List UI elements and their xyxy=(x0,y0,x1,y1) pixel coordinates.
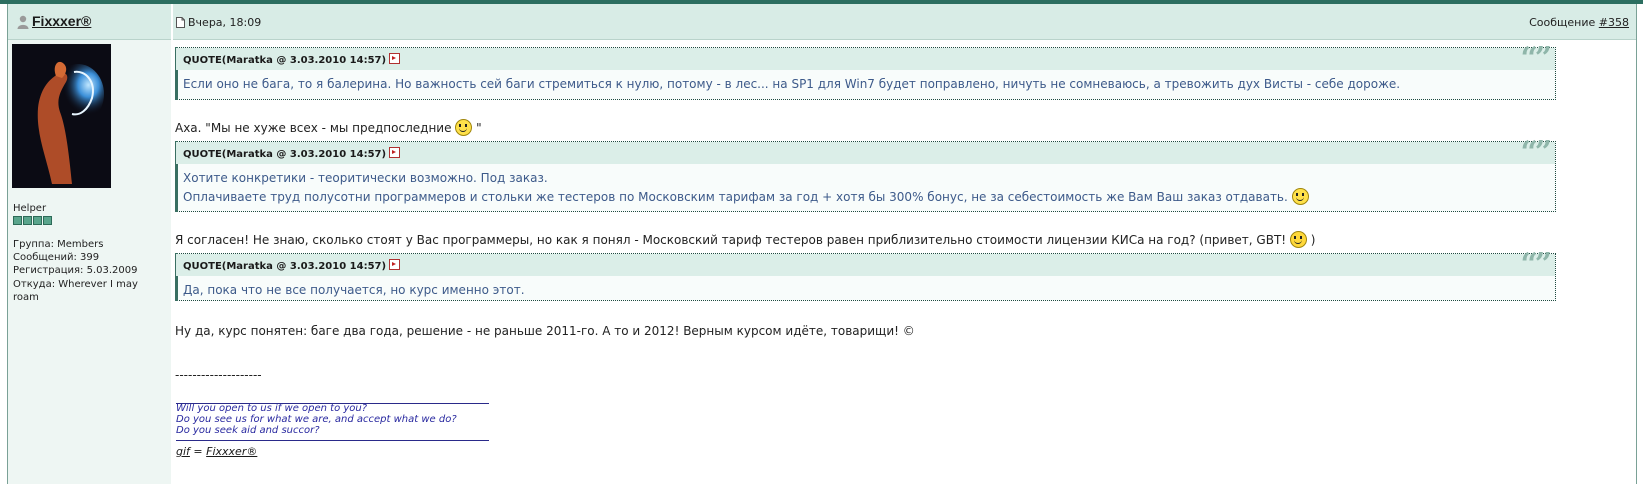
rank-pip xyxy=(33,216,42,225)
gif-link[interactable]: gif xyxy=(176,445,190,458)
message-label: Сообщение xyxy=(1529,16,1596,29)
quote-author: QUOTE(Maratka @ 3.03.2010 14:57) xyxy=(183,261,387,272)
message-number: Сообщение #358 xyxy=(1529,16,1629,29)
rank-pips xyxy=(13,215,53,228)
reply-line-end: ) xyxy=(1310,233,1316,247)
quote-marks-icon: “” xyxy=(1520,135,1551,170)
quote-block: QUOTE(Maratka @ 3.03.2010 14:57) “” Если… xyxy=(175,44,1556,100)
author-username-link[interactable]: Fixxxer® xyxy=(32,13,91,29)
quote-text: Хотите конкретики - теоритически возможн… xyxy=(176,164,1555,211)
forum-post: Fixxxer® Вчера, 18:09 Сообщение #358 Hel… xyxy=(0,0,1643,484)
reply-text: Я согласен! Не знаю, сколько стоят у Вас… xyxy=(175,231,1315,248)
rank-pip xyxy=(23,216,32,225)
quote-jump-icon[interactable] xyxy=(389,147,401,158)
quote-header: QUOTE(Maratka @ 3.03.2010 14:57) “” xyxy=(176,44,1555,74)
column-separator xyxy=(171,4,173,484)
author-registered: Регистрация: 5.03.2009 xyxy=(13,265,138,276)
post-border-left xyxy=(7,4,8,484)
smiley-icon xyxy=(455,119,473,136)
quote-title: QUOTE(Maratka @ 3.03.2010 14:57) xyxy=(183,53,401,66)
rank-pip xyxy=(13,216,22,225)
signature-line: Do you seek aid and succor? xyxy=(176,425,320,436)
quote-marks-icon: “” xyxy=(1520,41,1551,76)
signature-gif-credit: gif = Fixxxer® xyxy=(176,445,257,458)
post-date: Вчера, 18:09 xyxy=(188,16,262,29)
gif-author-link[interactable]: Fixxxer® xyxy=(206,445,257,458)
author-avatar xyxy=(12,44,111,188)
signature-line: Will you open to us if we open to you? xyxy=(176,403,368,414)
signature-separator: -------------------- xyxy=(175,368,262,382)
quote-title: QUOTE(Maratka @ 3.03.2010 14:57) xyxy=(183,147,401,160)
quote-block: QUOTE(Maratka @ 3.03.2010 14:57) “” Хоти… xyxy=(175,138,1556,212)
signature-text: Will you open to us if we open to you? D… xyxy=(176,403,457,436)
post-border-right xyxy=(1636,4,1637,484)
quote-title: QUOTE(Maratka @ 3.03.2010 14:57) xyxy=(183,259,401,272)
post-header xyxy=(173,4,1636,40)
reply-text: Ну да, курс понятен: баге два года, реше… xyxy=(175,324,915,338)
quote-header: QUOTE(Maratka @ 3.03.2010 14:57) “” xyxy=(176,138,1555,168)
wink-smiley-icon xyxy=(1289,231,1307,248)
quote-jump-icon[interactable] xyxy=(389,53,401,64)
author-group: Группа: Members xyxy=(13,239,104,250)
signature-rule-bottom xyxy=(176,440,489,441)
quote-marks-icon: “” xyxy=(1520,247,1551,282)
gif-equals: = xyxy=(189,445,207,458)
reply-line-end: " xyxy=(476,121,482,135)
quote-author: QUOTE(Maratka @ 3.03.2010 14:57) xyxy=(183,149,387,160)
quote-line: Оплачиваете труд полусотни программеров … xyxy=(183,188,1548,207)
quote-block: QUOTE(Maratka @ 3.03.2010 14:57) “” Да, … xyxy=(175,250,1556,301)
smiley-icon xyxy=(1291,188,1309,205)
quote-line: Хотите конкретики - теоритически возможн… xyxy=(183,171,548,185)
quote-author: QUOTE(Maratka @ 3.03.2010 14:57) xyxy=(183,55,387,66)
document-icon xyxy=(176,17,185,28)
author-rank: Helper xyxy=(13,203,47,214)
user-icon xyxy=(17,15,29,29)
reply-line: Я согласен! Не знаю, сколько стоят у Вас… xyxy=(175,233,1287,247)
author-location-cont: roam xyxy=(13,292,39,303)
author-post-count: Сообщений: 399 xyxy=(13,252,100,263)
quote-header: QUOTE(Maratka @ 3.03.2010 14:57) “” xyxy=(176,250,1555,280)
author-location: Откуда: Wherever I may xyxy=(13,279,138,290)
quote-text: Если оно не бага, то я балерина. Но важн… xyxy=(183,77,1401,91)
reply-line: Аха. "Мы не хуже всех - мы предпоследние xyxy=(175,121,452,135)
reply-text: Аха. "Мы не хуже всех - мы предпоследние… xyxy=(175,119,482,136)
quote-text: Да, пока что не все получается, но курс … xyxy=(183,283,525,297)
rank-pip xyxy=(43,216,52,225)
avatar-image xyxy=(12,44,111,188)
signature-line: Do you see us for what we are, and accep… xyxy=(176,414,457,425)
message-permalink[interactable]: #358 xyxy=(1599,16,1629,29)
quote-line-text: Оплачиваете труд полусотни программеров … xyxy=(183,190,1288,204)
quote-jump-icon[interactable] xyxy=(389,259,401,270)
